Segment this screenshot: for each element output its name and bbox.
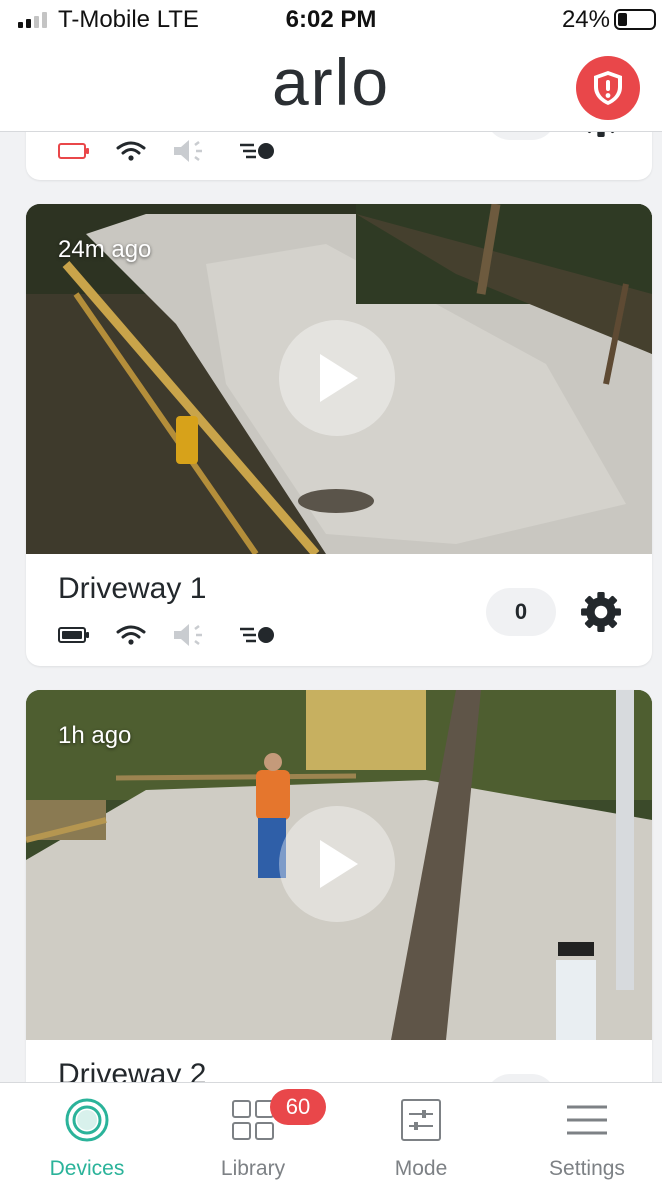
last-activity-label: 1h ago bbox=[58, 722, 132, 749]
library-grid-icon bbox=[232, 1100, 274, 1140]
tab-label: Library bbox=[220, 1157, 286, 1180]
tab-label: Devices bbox=[49, 1157, 125, 1180]
device-card-driveway-2[interactable]: 1h ago Driveway 2 0 bbox=[26, 690, 652, 1082]
tab-library[interactable]: 60 Library bbox=[170, 1083, 336, 1180]
notification-count-pill[interactable]: 0 bbox=[486, 132, 556, 140]
tab-devices[interactable]: Devices bbox=[4, 1083, 170, 1180]
device-list[interactable]: 0 bbox=[0, 132, 662, 1082]
library-count-badge: 60 bbox=[270, 1089, 326, 1125]
battery-low-icon bbox=[58, 143, 89, 159]
app-header: arlo bbox=[0, 40, 662, 132]
wifi-icon bbox=[116, 141, 146, 161]
tab-label: Mode bbox=[394, 1157, 448, 1180]
battery-icon bbox=[58, 627, 89, 643]
tab-settings[interactable]: Settings bbox=[504, 1083, 662, 1180]
play-icon bbox=[320, 354, 358, 402]
device-card[interactable]: 0 bbox=[26, 132, 652, 180]
shield-alert-icon bbox=[594, 71, 622, 105]
speaker-muted-icon bbox=[174, 140, 202, 162]
devices-icon bbox=[65, 1098, 109, 1142]
camera-name: Driveway 1 bbox=[58, 572, 207, 605]
device-status-icons bbox=[58, 138, 276, 164]
last-activity-label: 24m ago bbox=[58, 236, 152, 263]
tab-mode[interactable]: Mode bbox=[338, 1083, 504, 1180]
notification-count-pill[interactable]: 0 bbox=[486, 1074, 556, 1082]
bottom-tab-bar: Devices 60 Library Mode Settings bbox=[0, 1082, 662, 1180]
camera-thumbnail[interactable]: 24m ago bbox=[26, 204, 652, 554]
menu-icon bbox=[567, 1105, 607, 1135]
gear-icon[interactable] bbox=[580, 591, 622, 633]
camera-thumbnail[interactable]: 1h ago bbox=[26, 690, 652, 1040]
speaker-muted-icon bbox=[174, 624, 202, 646]
device-card-driveway-1[interactable]: 24m ago Driveway 1 0 bbox=[26, 204, 652, 666]
play-icon bbox=[320, 840, 358, 888]
motion-detection-icon bbox=[240, 143, 274, 159]
status-bar: T-Mobile LTE 6:02 PM 24% bbox=[0, 0, 662, 40]
wifi-icon bbox=[116, 625, 146, 645]
gear-icon[interactable] bbox=[580, 132, 622, 138]
battery-icon bbox=[614, 9, 656, 30]
device-status-icons bbox=[58, 622, 276, 648]
battery-percent: 24% bbox=[561, 6, 610, 33]
motion-detection-icon bbox=[240, 627, 274, 643]
tab-label: Settings bbox=[549, 1157, 625, 1180]
camera-name: Driveway 2 bbox=[58, 1058, 207, 1082]
play-button[interactable] bbox=[279, 320, 395, 436]
shield-alert-button[interactable] bbox=[576, 56, 640, 120]
arlo-logo: arlo bbox=[271, 45, 391, 119]
mode-sliders-icon bbox=[401, 1099, 441, 1141]
notification-count-pill[interactable]: 0 bbox=[486, 588, 556, 636]
play-button[interactable] bbox=[279, 806, 395, 922]
